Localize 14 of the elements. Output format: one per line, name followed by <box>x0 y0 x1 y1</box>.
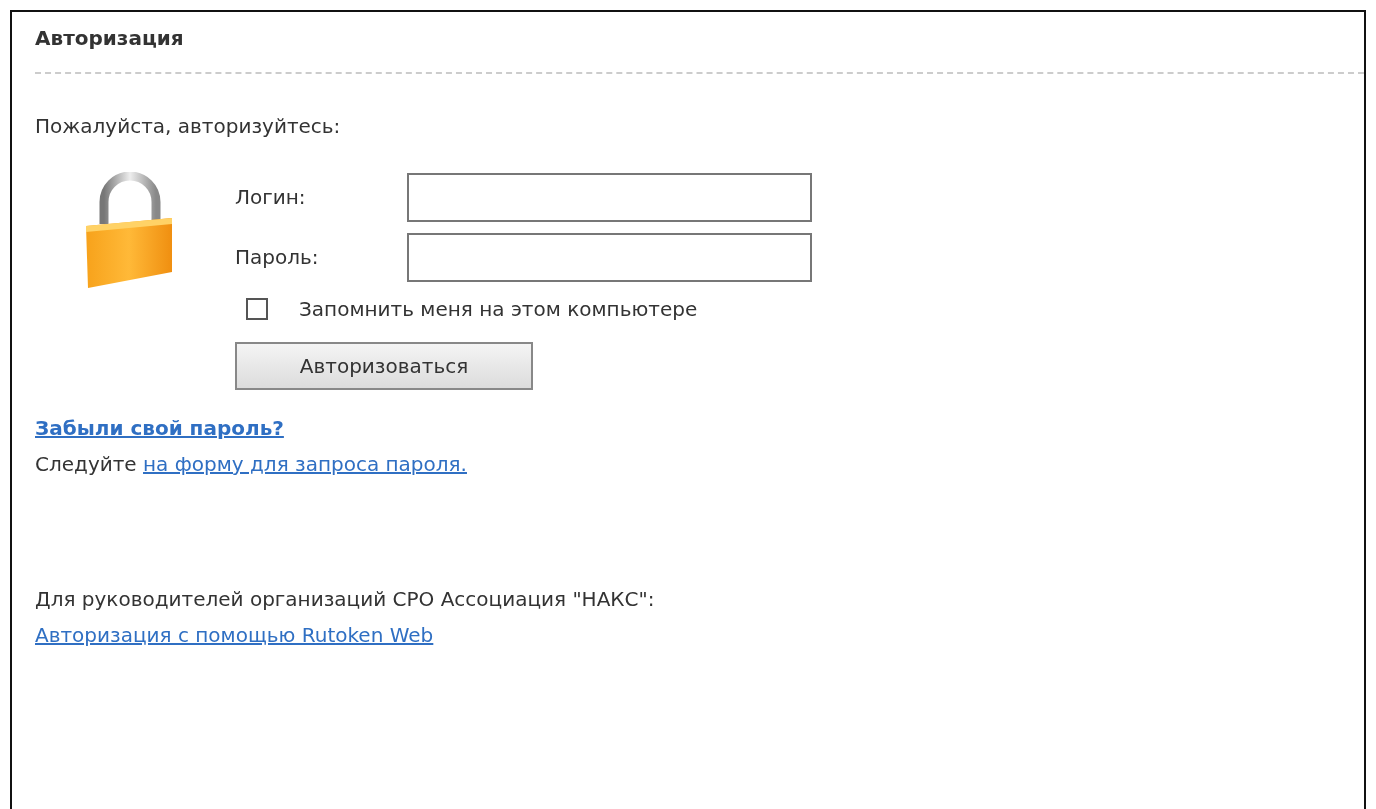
field-label: Пароль: <box>235 245 320 269</box>
section-heading: Авторизация <box>35 26 185 50</box>
input-field[interactable] <box>407 172 812 222</box>
rutoken-link[interactable]: Авторизация с помощью Rutoken Web <box>35 623 434 647</box>
checkbox-label: Запомнить меня на этом компьютере <box>299 297 698 321</box>
info-text: Для руководителей организаций СРО Ассоциация "НАКС": <box>35 586 656 613</box>
checkbox[interactable] <box>246 298 268 320</box>
forgot-password-link[interactable]: Забыли свой пароль? <box>35 416 284 440</box>
password-request-link[interactable]: на форму для запроса пароля. <box>143 452 467 476</box>
login-button[interactable]: Авторизоваться <box>235 342 533 390</box>
input-field[interactable] <box>407 232 812 282</box>
prompt-text: Пожалуйста, авторизуйтесь: <box>35 114 342 138</box>
instruction-text: Следуйте на форму для запроса пароля. <box>35 451 468 478</box>
field-label: Логин: <box>235 185 307 209</box>
